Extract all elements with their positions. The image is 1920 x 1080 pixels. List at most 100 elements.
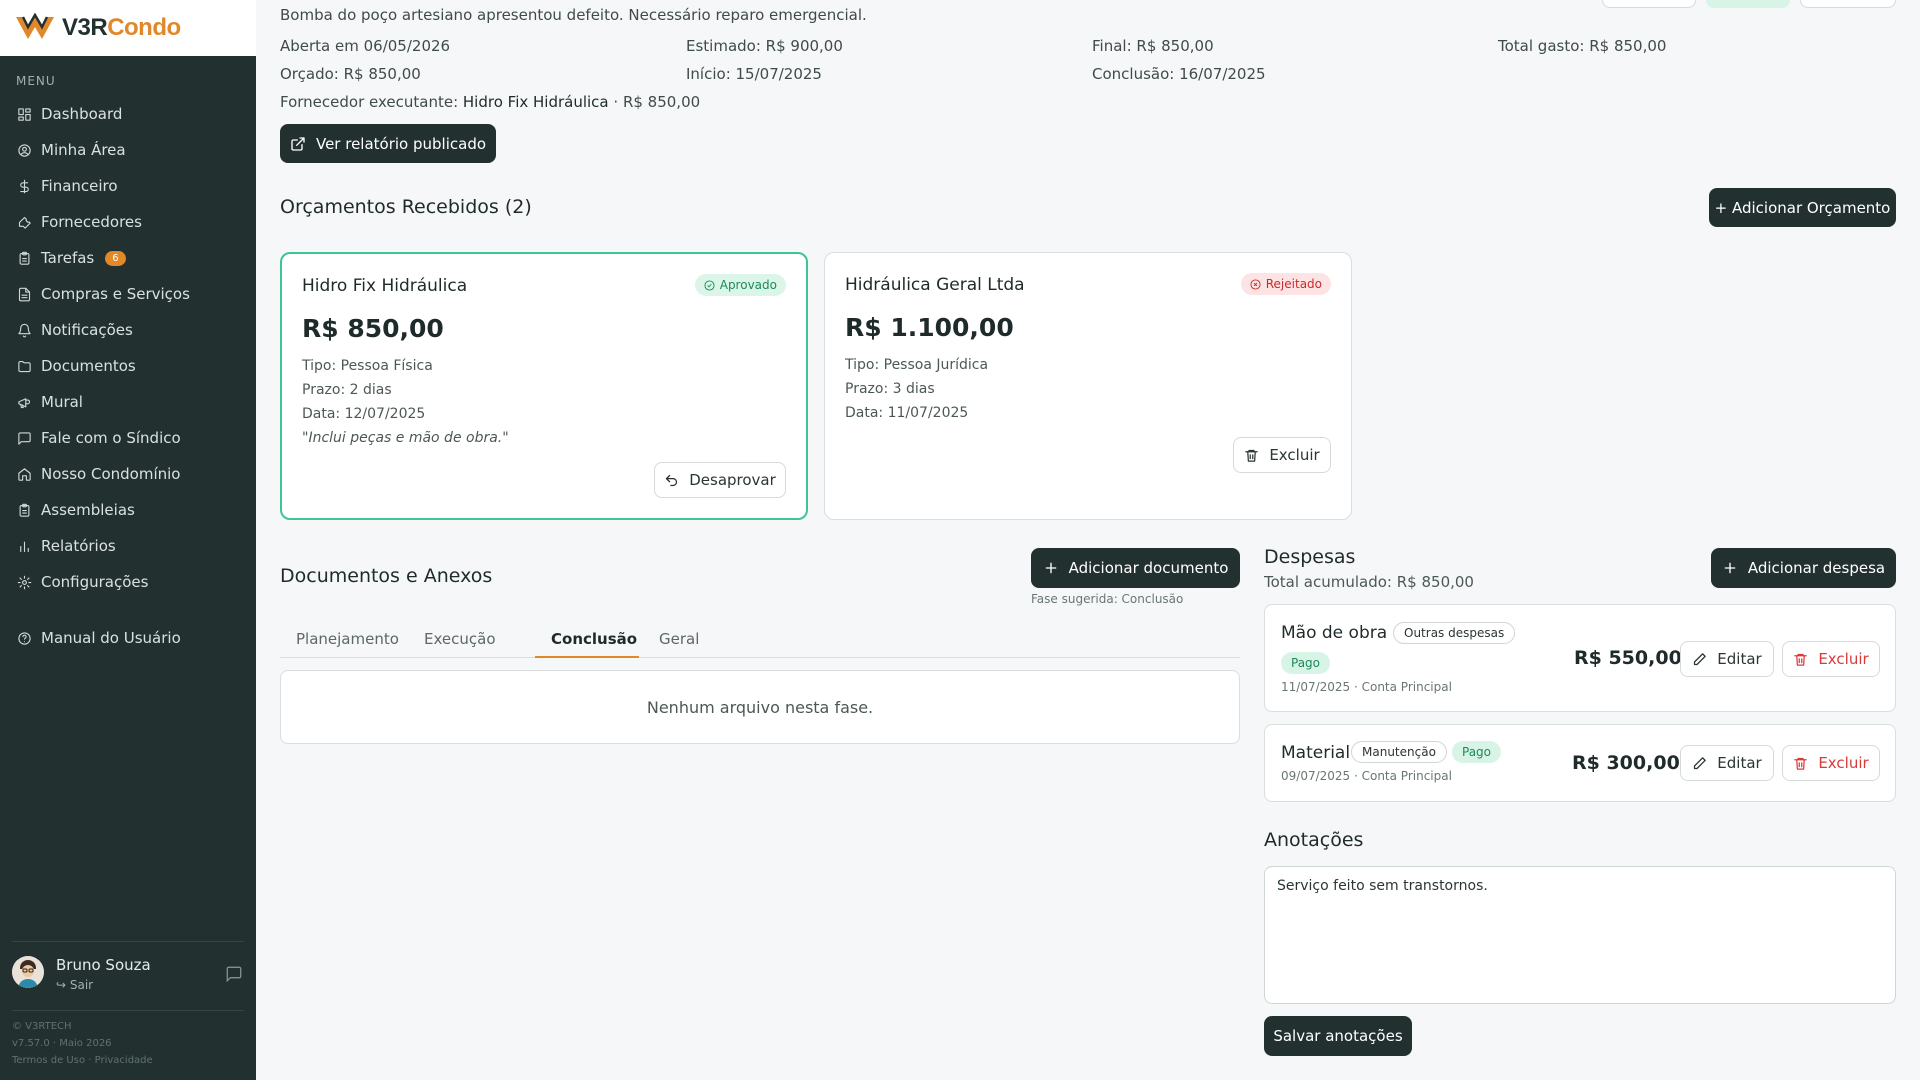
privacy-link[interactable]: Privacidade (95, 1055, 153, 1066)
active-tab-indicator (535, 656, 639, 658)
top-action-button[interactable] (1602, 0, 1696, 8)
expenses-total: Total acumulado: R$ 850,00 (1264, 573, 1474, 591)
expense-item: Material Manutenção Pago 09/07/2025 · Co… (1264, 724, 1896, 802)
sidebar-item-documentos[interactable]: Documentos (0, 348, 256, 384)
empty-files-message: Nenhum arquivo nesta fase. (280, 670, 1240, 744)
plus-icon (1045, 562, 1056, 574)
expenses-title: Despesas (1264, 546, 1356, 568)
pencil-icon (1694, 652, 1707, 665)
tab-geral[interactable]: Geral (659, 630, 699, 648)
clipboard-icon (19, 251, 30, 265)
gear-icon (17, 575, 32, 589)
supplier-value: · R$ 850,00 (613, 93, 701, 111)
divider (12, 941, 244, 942)
quote-value: R$ 1.100,00 (845, 313, 1014, 342)
final-value: Final: R$ 850,00 (1092, 37, 1214, 55)
add-document-button[interactable]: Adicionar documento (1031, 548, 1240, 588)
add-expense-button[interactable]: Adicionar despesa (1711, 548, 1896, 588)
sidebar-item-dashboard[interactable]: Dashboard (0, 96, 256, 132)
logout-link[interactable]: ↪ Sair (56, 978, 93, 992)
logo-text-accent: Condo (107, 14, 181, 41)
expense-meta: 11/07/2025 · Conta Principal (1281, 680, 1452, 694)
copyright: © V3RTECH (12, 1021, 72, 1032)
user-box: Bruno Souza ↪ Sair (0, 940, 256, 1012)
version: v7.57.0 · Maio 2026 (12, 1038, 112, 1049)
delete-expense-button[interactable]: Excluir (1782, 641, 1880, 677)
documents-title: Documentos e Anexos (280, 565, 493, 587)
terms-link[interactable]: Termos de Uso (12, 1055, 85, 1066)
delete-expense-button[interactable]: Excluir (1782, 745, 1880, 781)
expense-title: Mão de obra (1281, 623, 1388, 643)
tab-execucao[interactable]: Execução (424, 630, 496, 648)
logo[interactable]: V3RCondo (0, 0, 256, 56)
quote-deadline: Prazo: 2 dias (302, 382, 392, 398)
quote-card-approved: Hidro Fix Hidráulica Aprovado R$ 850,00 … (280, 252, 808, 520)
sidebar-item-mural[interactable]: Mural (0, 384, 256, 420)
tab-conclusao[interactable]: Conclusão (551, 630, 637, 648)
tab-planejamento[interactable]: Planejamento (296, 630, 399, 648)
unapprove-label: Desaprovar (689, 471, 776, 489)
sidebar: V3RCondo MENU Dashboard Minha Área Finan… (0, 0, 256, 1080)
view-report-button[interactable]: Ver relatório publicado (280, 124, 496, 163)
add-quote-button[interactable]: + Adicionar Orçamento (1709, 188, 1896, 227)
request-description: Bomba do poço artesiano apresentou defei… (280, 6, 867, 24)
sidebar-item-label: Fale com o Síndico (41, 429, 181, 447)
sidebar-item-assembleias[interactable]: Assembleias (0, 492, 256, 528)
logo-text-dark: V3R (62, 14, 108, 41)
bell-icon (18, 323, 31, 337)
clipboard-icon (19, 503, 30, 517)
folder-icon (18, 360, 31, 372)
delete-quote-button[interactable]: Excluir (1233, 437, 1331, 473)
chat-icon[interactable] (225, 965, 243, 983)
sidebar-item-fornecedores[interactable]: Fornecedores (0, 204, 256, 240)
sidebar-item-fale-sindico[interactable]: Fale com o Síndico (0, 420, 256, 456)
estimated-value: Estimado: R$ 900,00 (686, 37, 843, 55)
category-tag: Manutenção (1351, 741, 1447, 763)
expense-amount: R$ 300,00 (1572, 752, 1680, 774)
plus-icon (1724, 562, 1736, 574)
sidebar-item-financeiro[interactable]: Financeiro (0, 168, 256, 204)
unapprove-button[interactable]: Desaprovar (654, 462, 786, 498)
avatar-illustration-icon (12, 956, 44, 988)
edit-button[interactable] (1800, 0, 1896, 8)
sidebar-item-notificacoes[interactable]: Notificações (0, 312, 256, 348)
sidebar-item-nosso-condominio[interactable]: Nosso Condomínio (0, 456, 256, 492)
edit-expense-button[interactable]: Editar (1680, 641, 1774, 677)
avatar[interactable] (12, 956, 44, 988)
sidebar-item-tarefas[interactable]: Tarefas 6 (0, 240, 256, 276)
phase-tabs: Planejamento Execução Conclusão Geral (280, 622, 1240, 658)
pencil-icon (1694, 756, 1707, 769)
delete-label: Excluir (1818, 650, 1869, 668)
sidebar-item-label: Manual do Usuário (41, 629, 181, 647)
logo-text: V3RCondo (62, 14, 181, 42)
total-spent: Total gasto: R$ 850,00 (1498, 37, 1667, 55)
message-icon (18, 431, 31, 445)
edit-expense-button[interactable]: Editar (1680, 745, 1774, 781)
supplier-name[interactable]: Hidro Fix Hidráulica (463, 93, 609, 111)
quote-deadline: Prazo: 3 dias (845, 381, 935, 397)
expense-title: Material (1281, 743, 1351, 763)
sidebar-item-configuracoes[interactable]: Configurações (0, 564, 256, 600)
paid-badge: Pago (1452, 741, 1502, 763)
sidebar-item-manual[interactable]: Manual do Usuário (0, 620, 256, 656)
sidebar-item-label: Nosso Condomínio (41, 465, 181, 483)
dollar-icon (20, 179, 29, 193)
sidebar-item-relatorios[interactable]: Relatórios (0, 528, 256, 564)
wrench-icon (18, 216, 31, 229)
expense-meta: 09/07/2025 · Conta Principal (1281, 769, 1452, 783)
expense-item: Mão de obra Outras despesas Pago 11/07/2… (1264, 604, 1896, 712)
sidebar-item-label: Configurações (41, 573, 149, 591)
sidebar-item-minha-area[interactable]: Minha Área (0, 132, 256, 168)
help-icon (18, 631, 31, 645)
undo-icon (666, 474, 678, 486)
sidebar-item-compras[interactable]: Compras e Serviços (0, 276, 256, 312)
status-badge: Rejeitado (1240, 273, 1331, 295)
edit-label: Editar (1717, 754, 1762, 772)
home-icon (18, 467, 31, 481)
notes-textarea[interactable]: Serviço feito sem transtornos. (1264, 866, 1896, 1004)
trash-icon (1794, 757, 1808, 770)
quote-supplier-name: Hidráulica Geral Ltda (845, 275, 1025, 295)
menu-label: MENU (16, 74, 56, 88)
save-notes-button[interactable]: Salvar anotações (1264, 1016, 1412, 1056)
